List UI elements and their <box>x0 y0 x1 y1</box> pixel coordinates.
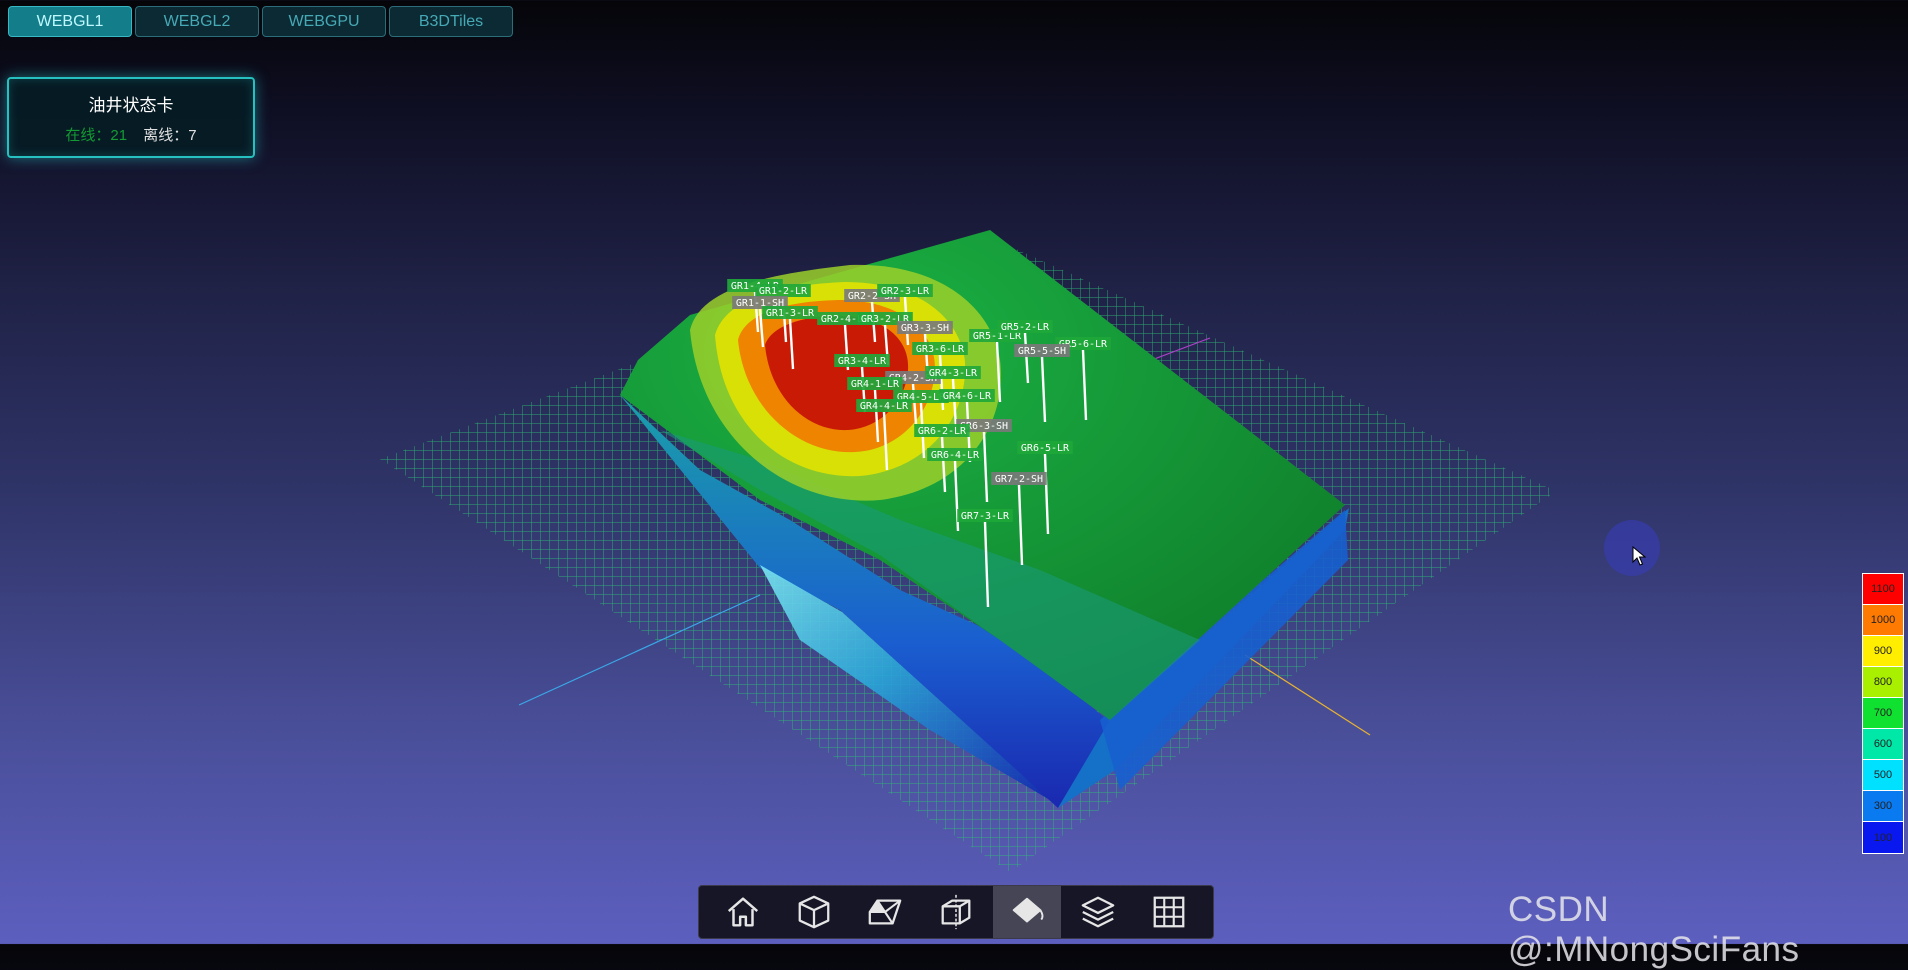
status-card-title: 油井状态卡 <box>88 96 174 115</box>
layers-icon <box>1081 896 1115 928</box>
watermark-text: CSDN @:MNongSciFans <box>1508 890 1800 969</box>
home-icon <box>727 897 758 927</box>
well-label: GR6-5-LR <box>1021 443 1070 454</box>
well-label: GR4-1-LR <box>851 379 900 390</box>
bottom-toolbar <box>698 885 1214 939</box>
well-label: GR3-4-LR <box>838 356 887 367</box>
well-label: GR4-3-LR <box>929 368 978 379</box>
well-label: GR4-4-LR <box>860 401 909 412</box>
legend-item: 900 <box>1863 636 1903 667</box>
offline-stat: 离线：7 <box>143 127 196 144</box>
offline-label: 离线： <box>143 127 189 144</box>
cube-icon <box>798 895 830 929</box>
well-label: GR5-5-SH <box>1018 346 1066 357</box>
online-label: 在线： <box>65 127 111 144</box>
mouse-cursor-icon <box>1632 546 1646 566</box>
cube-view-button[interactable] <box>780 886 848 938</box>
z-axis-line <box>1244 654 1371 736</box>
well-label: GR1-3-LR <box>766 308 815 319</box>
fill-color-button[interactable] <box>993 886 1062 938</box>
legend-item: 1100 <box>1863 574 1903 605</box>
fill-bucket-icon <box>1012 897 1044 923</box>
well-label: GR7-2-SH <box>995 474 1043 485</box>
legend-item: 300 <box>1863 791 1903 822</box>
well-label: GR2-3-LR <box>881 286 930 297</box>
elevation-color-legend: 1100 1000 900 800 700 600 500 300 100 <box>1862 573 1904 854</box>
tab-b3dtiles[interactable]: B3DTiles <box>389 6 513 37</box>
tab-webgl1[interactable]: WEBGL1 <box>8 6 132 37</box>
legend-item: 600 <box>1863 729 1903 760</box>
legend-item: 500 <box>1863 760 1903 791</box>
online-stat: 在线：21 <box>65 127 127 144</box>
well-label: GR4-6-LR <box>943 391 992 402</box>
well-label: GR6-2-LR <box>918 426 967 437</box>
legend-item: 100 <box>1863 822 1903 853</box>
oil-well-status-card: 油井状态卡 在线：21 离线：7 <box>7 77 255 158</box>
section-view-button[interactable] <box>851 886 919 938</box>
well-label: GR3-6-LR <box>916 344 965 355</box>
legend-item: 700 <box>1863 698 1903 729</box>
tab-webgpu[interactable]: WEBGPU <box>262 6 386 37</box>
well-label: GR1-2-LR <box>759 286 808 297</box>
clip-box-button[interactable] <box>922 886 990 938</box>
grid-icon <box>1154 896 1185 928</box>
legend-item: 800 <box>1863 667 1903 698</box>
offline-count: 7 <box>188 127 197 144</box>
tab-webgl2[interactable]: WEBGL2 <box>135 6 259 37</box>
terrain-3d-scene[interactable]: GR1-4-LRGR1-2-LRGR1-1-SHGR1-3-LRGR2-2-SH… <box>0 0 1908 944</box>
grid-button[interactable] <box>1135 886 1203 938</box>
home-button[interactable] <box>709 886 777 938</box>
online-count: 21 <box>110 127 128 144</box>
well-label: GR3-3-SH <box>901 323 949 334</box>
well-label: GR5-2-LR <box>1001 322 1050 333</box>
well-label: GR7-3-LR <box>961 511 1010 522</box>
section-view-icon <box>868 899 902 925</box>
legend-item: 1000 <box>1863 605 1903 636</box>
renderer-tabs: WEBGL1 WEBGL2 WEBGPU B3DTiles <box>8 6 513 37</box>
layers-button[interactable] <box>1064 886 1132 938</box>
status-card-stats: 在线：21 离线：7 <box>9 124 253 145</box>
well-label: GR6-4-LR <box>931 450 980 461</box>
clip-box-icon <box>941 894 971 930</box>
